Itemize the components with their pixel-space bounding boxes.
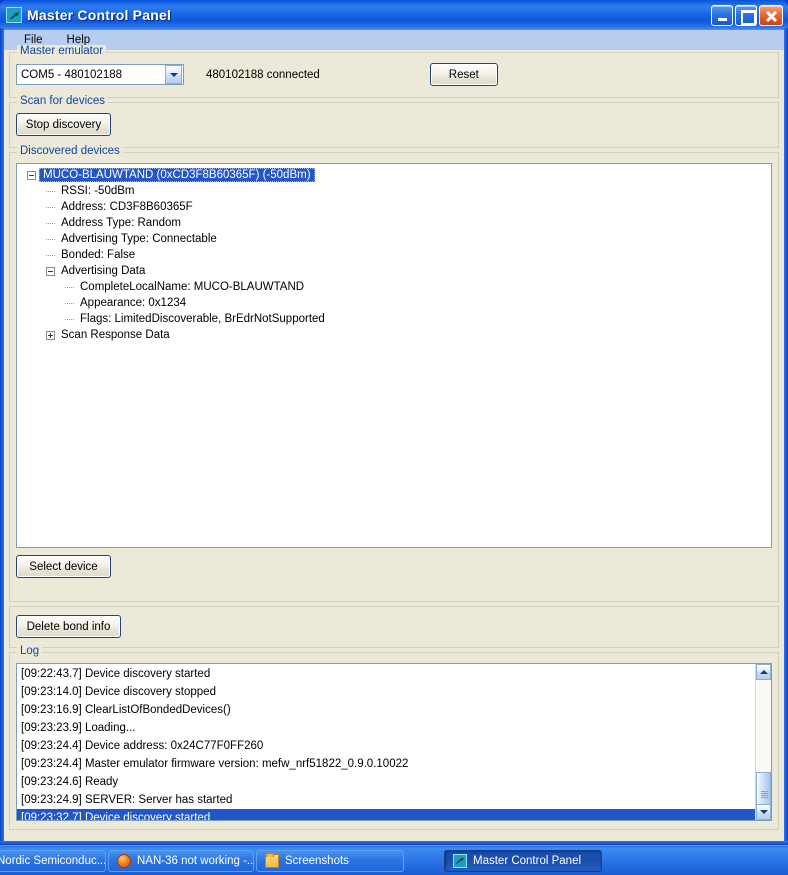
stop-discovery-button[interactable]: Stop discovery — [16, 113, 111, 136]
tree-node-label: Flags: LimitedDiscoverable, BrEdrNotSupp… — [80, 313, 325, 325]
tree-node-label: Bonded: False — [61, 249, 136, 261]
tree-node[interactable]: RSSI: -50dBm — [17, 183, 771, 199]
taskbar-item[interactable]: Master Control Panel — [444, 849, 602, 872]
log-legend: Log — [17, 645, 43, 657]
tree-node[interactable]: Address: CD3F8B60365F — [17, 199, 771, 215]
tree-node-label: MUCO-BLAUWTAND (0xCD3F8B60365F) (-50dBm) — [39, 168, 315, 182]
scrollbar-grip-icon — [761, 790, 768, 799]
tree-node-label: RSSI: -50dBm — [61, 185, 135, 197]
tree-node[interactable]: Scan Response Data — [17, 327, 771, 343]
tree-node-label: Address Type: Random — [61, 217, 181, 229]
log-output[interactable]: [09:22:43.7] Device discovery started [09… — [16, 663, 772, 821]
log-line[interactable]: [09:23:32.7] Device discovery started — [17, 809, 771, 820]
tree-collapse-icon[interactable] — [46, 266, 55, 276]
tree-connector-icon — [46, 238, 55, 240]
com-port-select[interactable]: COM5 - 480102188 — [16, 64, 184, 85]
tree-expand-icon[interactable] — [46, 330, 55, 340]
master-emulator-legend: Master emulator — [17, 45, 107, 57]
discovered-devices-legend: Discovered devices — [17, 145, 123, 157]
log-line[interactable]: [09:23:24.6] Ready — [17, 773, 771, 791]
window-controls — [711, 4, 783, 26]
tree-connector-icon — [65, 286, 74, 288]
taskbar-item[interactable]: Nordic Semiconduc... — [0, 849, 106, 872]
window-frame-right — [784, 28, 788, 845]
log-line[interactable]: [09:23:23.9] Loading... — [17, 719, 771, 737]
log-line[interactable]: [09:23:14.0] Device discovery stopped — [17, 683, 771, 701]
tree-node[interactable]: Advertising Data — [17, 263, 771, 279]
tree-node-label: Appearance: 0x1234 — [80, 297, 187, 309]
log-group: Log [09:22:43.7] Device discovery starte… — [9, 645, 779, 830]
tree-node[interactable]: Address Type: Random — [17, 215, 771, 231]
tree-connector-icon — [46, 190, 55, 192]
master-emulator-group: Master emulator COM5 - 480102188 4801021… — [9, 45, 779, 98]
application-window: Master Control Panel File Help Master em… — [0, 0, 788, 845]
folder-icon — [265, 852, 279, 868]
taskbar-item-label: Nordic Semiconduc... — [0, 854, 106, 867]
taskbar: Nordic Semiconduc... NAN-36 not working -… — [0, 845, 788, 875]
app-icon — [6, 7, 22, 23]
scrollbar-track[interactable] — [756, 680, 771, 817]
log-line[interactable]: [09:23:24.4] Master emulator firmware ve… — [17, 755, 771, 773]
delete-bond-info-button[interactable]: Delete bond info — [16, 615, 121, 638]
menu-bar: File Help — [4, 30, 784, 50]
tree-node-label: CompleteLocalName: MUCO-BLAUWTAND — [80, 281, 305, 293]
firefox-icon — [117, 853, 131, 868]
tree-node[interactable]: Advertising Type: Connectable — [17, 231, 771, 247]
scroll-down-icon[interactable] — [756, 804, 771, 820]
tree-connector-icon — [46, 254, 55, 256]
tree-connector-icon — [65, 302, 74, 304]
log-line[interactable]: [09:23:16.9] ClearListOfBondedDevices() — [17, 701, 771, 719]
tree-node[interactable]: Appearance: 0x1234 — [17, 295, 771, 311]
tree-node[interactable]: CompleteLocalName: MUCO-BLAUWTAND — [17, 279, 771, 295]
connection-status: 480102188 connected — [206, 68, 320, 81]
taskbar-item-label: Screenshots — [285, 854, 349, 867]
tree-connector-icon — [46, 206, 55, 208]
taskbar-item-label: Master Control Panel — [473, 854, 582, 867]
maximize-button[interactable] — [735, 4, 757, 26]
taskbar-item-label: NAN-36 not working -... — [137, 854, 254, 867]
tree-connector-icon — [65, 318, 74, 320]
scroll-up-icon[interactable] — [756, 664, 771, 680]
tree-collapse-icon[interactable] — [27, 170, 36, 180]
taskbar-item[interactable]: NAN-36 not working -... — [108, 849, 254, 872]
close-button[interactable] — [759, 4, 783, 26]
com-port-value: COM5 - 480102188 — [21, 68, 123, 81]
tree-node-label: Address: CD3F8B60365F — [61, 201, 193, 213]
log-scrollbar[interactable] — [755, 664, 771, 820]
tree-node[interactable]: Bonded: False — [17, 247, 771, 263]
bond-group: Delete bond info — [9, 606, 779, 648]
tree-connector-icon — [46, 222, 55, 224]
tree-node-label: Advertising Data — [61, 265, 146, 277]
select-device-button[interactable]: Select device — [16, 555, 111, 578]
tree-node[interactable]: Flags: LimitedDiscoverable, BrEdrNotSupp… — [17, 311, 771, 327]
tree-node-label: Advertising Type: Connectable — [61, 233, 217, 245]
scan-for-devices-legend: Scan for devices — [17, 95, 109, 107]
scan-for-devices-group: Scan for devices Stop discovery — [9, 95, 779, 148]
tree-node-label: Scan Response Data — [61, 329, 170, 341]
taskbar-item[interactable]: Screenshots — [256, 849, 404, 872]
window-title: Master Control Panel — [27, 7, 172, 23]
app-icon — [453, 853, 467, 868]
title-bar: Master Control Panel — [0, 0, 788, 30]
log-line[interactable]: [09:23:24.9] SERVER: Server has started — [17, 791, 771, 809]
discovered-devices-group: Discovered devices MUCO-BLAUWTAND (0xCD3… — [9, 145, 779, 602]
client-area: Master emulator COM5 - 480102188 4801021… — [4, 45, 784, 841]
chevron-down-icon[interactable] — [165, 65, 182, 84]
discovered-devices-tree[interactable]: MUCO-BLAUWTAND (0xCD3F8B60365F) (-50dBm)… — [16, 163, 772, 548]
log-line[interactable]: [09:22:43.7] Device discovery started — [17, 665, 771, 683]
tree-node[interactable]: MUCO-BLAUWTAND (0xCD3F8B60365F) (-50dBm) — [17, 167, 771, 183]
log-line[interactable]: [09:23:24.4] Device address: 0x24C77F0FF… — [17, 737, 771, 755]
reset-button[interactable]: Reset — [429, 63, 498, 86]
log-line-list: [09:22:43.7] Device discovery started [09… — [17, 664, 771, 820]
minimize-button[interactable] — [711, 4, 733, 26]
